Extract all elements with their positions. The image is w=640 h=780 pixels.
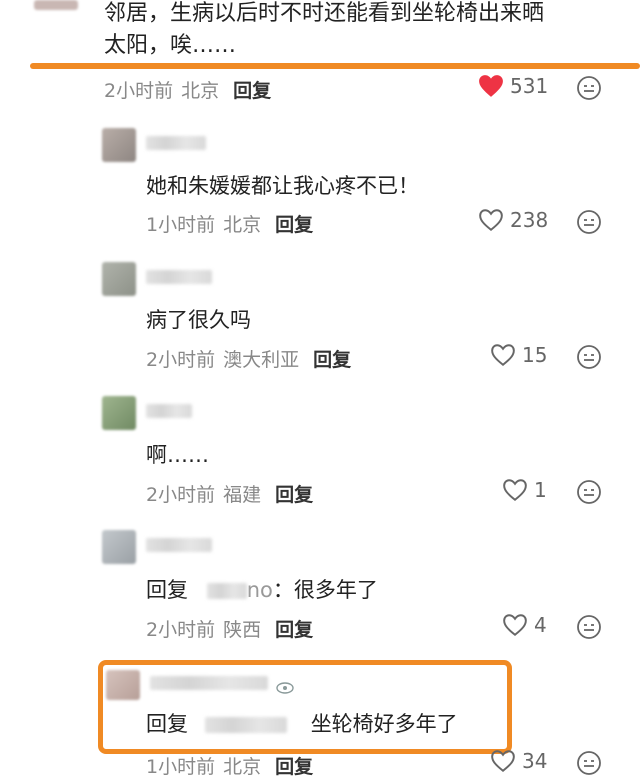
comment-location: 北京 bbox=[223, 214, 262, 236]
avatar[interactable] bbox=[106, 670, 140, 700]
comment-time: 1小时前 bbox=[146, 214, 216, 236]
mention-tail[interactable]: no bbox=[247, 578, 273, 602]
reply-prefix: 回复 bbox=[146, 712, 188, 736]
top-comment-line2: 太阳，唉…… bbox=[104, 33, 237, 58]
heart-outline-icon bbox=[503, 614, 527, 636]
comment-location: 陕西 bbox=[223, 619, 262, 641]
orange-underline bbox=[30, 63, 640, 69]
badge-icon bbox=[276, 679, 294, 698]
comment-time: 2小时前 bbox=[146, 349, 216, 371]
top-comment-line1: 邻居，生病以后时不时还能看到坐轮椅出来晒 bbox=[104, 1, 545, 26]
top-comment-text: 邻居，生病以后时不时还能看到坐轮椅出来晒 太阳，唉…… bbox=[104, 0, 624, 62]
avatar[interactable] bbox=[102, 530, 136, 564]
emoji-face-icon[interactable] bbox=[576, 75, 602, 105]
reply-body: ：很多年了 bbox=[272, 578, 378, 602]
highlight-box bbox=[98, 660, 512, 754]
like-count: 1 bbox=[534, 478, 547, 502]
like-count: 531 bbox=[510, 74, 549, 98]
comment-time: 2小时前 bbox=[104, 80, 174, 102]
avatar-top[interactable] bbox=[34, 0, 78, 10]
reply-prefix: 回复 bbox=[146, 578, 188, 602]
emoji-face-icon[interactable] bbox=[576, 209, 602, 239]
like-button[interactable]: 34 bbox=[490, 749, 547, 773]
like-count: 34 bbox=[522, 749, 548, 773]
like-count: 4 bbox=[534, 613, 547, 637]
comment-time: 2小时前 bbox=[146, 619, 216, 641]
reply-button[interactable]: 回复 bbox=[275, 756, 313, 778]
like-button[interactable]: 4 bbox=[502, 613, 547, 637]
emoji-face-icon[interactable] bbox=[576, 479, 602, 509]
heart-outline-icon bbox=[479, 209, 503, 231]
reply-meta: 1小时前 北京 回复 bbox=[146, 752, 313, 779]
avatar[interactable] bbox=[102, 128, 136, 162]
username-blurred[interactable] bbox=[150, 676, 268, 690]
comment-location: 北京 bbox=[223, 756, 262, 778]
comment-location: 北京 bbox=[181, 80, 220, 102]
reply-button[interactable]: 回复 bbox=[313, 349, 351, 371]
reply-text: 回复 no：很多年了 bbox=[146, 574, 378, 604]
reply-button[interactable]: 回复 bbox=[275, 619, 313, 641]
mention-blurred[interactable] bbox=[206, 583, 247, 599]
reply-text: 回复 坐轮椅好多年了 bbox=[146, 708, 458, 738]
heart-outline-icon bbox=[491, 750, 515, 772]
reply-button[interactable]: 回复 bbox=[275, 484, 313, 506]
reply-meta: 1小时前 北京 回复 bbox=[146, 210, 313, 237]
heart-icon bbox=[479, 75, 503, 97]
emoji-face-icon[interactable] bbox=[576, 614, 602, 644]
reply-text: 啊…… bbox=[146, 443, 209, 467]
reply-text: 她和朱媛媛都让我心疼不已！ bbox=[146, 174, 419, 198]
username-blurred[interactable] bbox=[146, 538, 212, 552]
avatar[interactable] bbox=[102, 262, 136, 296]
reply-meta: 2小时前 澳大利亚 回复 bbox=[146, 345, 351, 372]
like-count: 238 bbox=[510, 208, 549, 232]
heart-outline-icon bbox=[503, 479, 527, 501]
comment-time: 1小时前 bbox=[146, 756, 216, 778]
heart-outline-icon bbox=[491, 344, 515, 366]
mention-blurred[interactable] bbox=[204, 717, 287, 733]
like-count: 15 bbox=[522, 343, 548, 367]
username-blurred[interactable] bbox=[146, 270, 212, 284]
reply-button[interactable]: 回复 bbox=[275, 214, 313, 236]
reply-button[interactable]: 回复 bbox=[233, 80, 271, 102]
comment-location: 澳大利亚 bbox=[223, 349, 300, 371]
emoji-face-icon[interactable] bbox=[576, 750, 602, 780]
reply-meta: 2小时前 陕西 回复 bbox=[146, 615, 313, 642]
username-blurred[interactable] bbox=[146, 136, 206, 150]
like-button[interactable]: 531 bbox=[478, 74, 548, 98]
reply-text: 病了很久吗 bbox=[146, 308, 251, 332]
like-button[interactable]: 15 bbox=[490, 343, 547, 367]
reply-meta: 2小时前 福建 回复 bbox=[146, 480, 313, 507]
emoji-face-icon[interactable] bbox=[576, 344, 602, 374]
comment-time: 2小时前 bbox=[146, 484, 216, 506]
like-button[interactable]: 1 bbox=[502, 478, 547, 502]
avatar[interactable] bbox=[102, 396, 136, 430]
comment-location: 福建 bbox=[223, 484, 262, 506]
top-comment-meta: 2小时前 北京 回复 bbox=[104, 76, 271, 103]
username-blurred[interactable] bbox=[146, 404, 192, 418]
like-button[interactable]: 238 bbox=[478, 208, 548, 232]
reply-body: 坐轮椅好多年了 bbox=[310, 712, 458, 736]
